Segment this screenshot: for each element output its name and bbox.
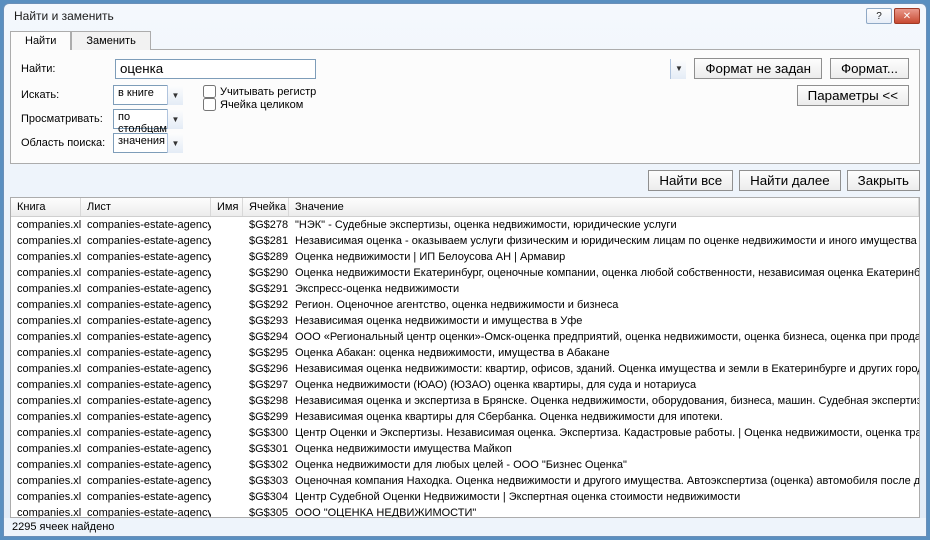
find-input[interactable] — [115, 59, 316, 79]
table-row[interactable]: companies.xlsxcompanies-estate-agency$G$… — [11, 393, 919, 409]
titlebar-buttons: ? ✕ — [866, 8, 920, 24]
table-row[interactable]: companies.xlsxcompanies-estate-agency$G$… — [11, 377, 919, 393]
find-all-button[interactable]: Найти все — [648, 170, 733, 191]
col-value[interactable]: Значение — [289, 198, 919, 216]
titlebar: Найти и заменить ? ✕ — [4, 4, 926, 26]
find-panel: Найти: ▼ Формат не задан Формат... Искат… — [10, 49, 920, 164]
params-button[interactable]: Параметры << — [797, 85, 909, 106]
table-row[interactable]: companies.xlsxcompanies-estate-agency$G$… — [11, 409, 919, 425]
tab-bar: Найти Заменить — [4, 26, 926, 49]
dropdown-arrow-icon[interactable]: ▼ — [167, 133, 183, 153]
table-row[interactable]: companies.xlsxcompanies-estate-agency$G$… — [11, 505, 919, 517]
table-row[interactable]: companies.xlsxcompanies-estate-agency$G$… — [11, 345, 919, 361]
find-label: Найти: — [21, 63, 107, 75]
format-none-button[interactable]: Формат не задан — [694, 58, 822, 79]
table-header: Книга Лист Имя Ячейка Значение — [11, 198, 919, 217]
help-button[interactable]: ? — [866, 8, 892, 24]
table-row[interactable]: companies.xlsxcompanies-estate-agency$G$… — [11, 457, 919, 473]
col-cell[interactable]: Ячейка — [243, 198, 289, 216]
table-row[interactable]: companies.xlsxcompanies-estate-agency$G$… — [11, 249, 919, 265]
table-row[interactable]: companies.xlsxcompanies-estate-agency$G$… — [11, 489, 919, 505]
dropdown-arrow-icon[interactable]: ▼ — [167, 109, 183, 129]
status-bar: 2295 ячеек найдено — [4, 518, 926, 536]
tab-replace[interactable]: Заменить — [71, 31, 150, 50]
format-button[interactable]: Формат... — [830, 58, 909, 79]
close-window-button[interactable]: ✕ — [894, 8, 920, 24]
window-title: Найти и заменить — [14, 9, 114, 23]
search-in-label: Искать: — [21, 89, 107, 101]
col-book[interactable]: Книга — [11, 198, 81, 216]
dropdown-arrow-icon[interactable]: ▼ — [167, 85, 183, 105]
table-row[interactable]: companies.xlsxcompanies-estate-agency$G$… — [11, 441, 919, 457]
dialog-window: Найти и заменить ? ✕ Найти Заменить Найт… — [3, 3, 927, 537]
scope-label: Область поиска: — [21, 137, 107, 149]
table-body[interactable]: companies.xlsxcompanies-estate-agency$G$… — [11, 217, 919, 517]
table-row[interactable]: companies.xlsxcompanies-estate-agency$G$… — [11, 297, 919, 313]
table-row[interactable]: companies.xlsxcompanies-estate-agency$G$… — [11, 217, 919, 233]
col-sheet[interactable]: Лист — [81, 198, 211, 216]
find-next-button[interactable]: Найти далее — [739, 170, 841, 191]
table-row[interactable]: companies.xlsxcompanies-estate-agency$G$… — [11, 233, 919, 249]
tab-find[interactable]: Найти — [10, 31, 71, 50]
dropdown-arrow-icon[interactable]: ▼ — [670, 59, 686, 79]
table-row[interactable]: companies.xlsxcompanies-estate-agency$G$… — [11, 329, 919, 345]
col-name[interactable]: Имя — [211, 198, 243, 216]
table-row[interactable]: companies.xlsxcompanies-estate-agency$G$… — [11, 281, 919, 297]
table-row[interactable]: companies.xlsxcompanies-estate-agency$G$… — [11, 265, 919, 281]
match-case-checkbox[interactable]: Учитывать регистр — [203, 85, 316, 98]
table-row[interactable]: companies.xlsxcompanies-estate-agency$G$… — [11, 473, 919, 489]
close-button[interactable]: Закрыть — [847, 170, 920, 191]
view-label: Просматривать: — [21, 113, 107, 125]
whole-cell-checkbox[interactable]: Ячейка целиком — [203, 98, 316, 111]
table-row[interactable]: companies.xlsxcompanies-estate-agency$G$… — [11, 425, 919, 441]
table-row[interactable]: companies.xlsxcompanies-estate-agency$G$… — [11, 313, 919, 329]
results-table: Книга Лист Имя Ячейка Значение companies… — [10, 197, 920, 518]
action-bar: Найти все Найти далее Закрыть — [4, 164, 926, 197]
table-row[interactable]: companies.xlsxcompanies-estate-agency$G$… — [11, 361, 919, 377]
